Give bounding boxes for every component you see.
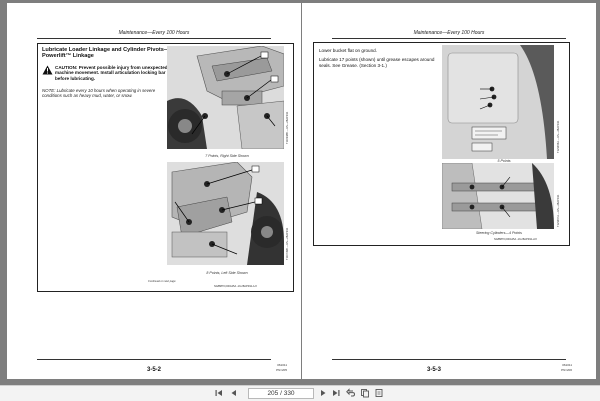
section-title: Lubricate Loader Linkage and Cylinder Pi…: [42, 47, 170, 60]
back-icon[interactable]: [346, 388, 356, 398]
frame-pivot-figure: [442, 45, 554, 159]
figure-1-id: T123456A —UN—28APR11: [557, 120, 560, 153]
caution-block: CAUTION: Prevent possible injury from un…: [42, 65, 170, 81]
edition-code: 061011: [562, 363, 572, 367]
edition-code: 061011: [277, 363, 287, 367]
viewer-toolbar: 205 / 330: [0, 385, 600, 401]
figure-2-id: T110749B —UN—28APR11: [286, 227, 289, 260]
copy-icon[interactable]: [360, 388, 370, 398]
figure-2-id: T123457A —UN—28APR11: [557, 194, 560, 227]
pn-code: PN=206: [561, 368, 572, 372]
lubrication-section: Lower bucket flat on ground. Lubricate 1…: [313, 42, 570, 246]
figure-1-id: T110948B —UN—28APR11: [286, 111, 289, 144]
pages-icon[interactable]: [374, 388, 384, 398]
continued-note: Continued on next page: [148, 280, 176, 283]
page-number-field[interactable]: 205 / 330: [248, 388, 314, 399]
caution-triangle-icon: [42, 65, 53, 75]
left-page: Maintenance—Every 100 Hours Lubricate Lo…: [7, 3, 301, 379]
figure-2-caption: 8 Points, Left Side Shown: [206, 271, 248, 275]
instruction-2: Lubricate 17 points (shown) until grease…: [319, 57, 435, 68]
note-text: NOTE: Lubricate every 10 hours when oper…: [42, 88, 156, 99]
running-head: Maintenance—Every 100 Hours: [413, 30, 485, 36]
page-number: 3-5-3: [427, 367, 442, 373]
footer-code: NA88870,000A25A -19-28APR11-2/2: [494, 238, 537, 241]
header-rule: [37, 38, 271, 39]
instruction-1: Lower bucket flat on ground.: [319, 48, 377, 53]
footer-rule: [37, 359, 271, 360]
running-head: Maintenance—Every 100 Hours: [118, 30, 190, 36]
figure-2-caption: Steering Cylinders—4 Points: [476, 231, 522, 235]
footer-code: NA88870,000A25A -19-28APR11-1/2: [214, 285, 257, 288]
loader-left-side-figure: [167, 162, 284, 265]
right-page: Maintenance—Every 100 Hours Lower bucket…: [302, 3, 596, 379]
steering-cylinder-figure: [442, 163, 554, 229]
caution-text: CAUTION: Prevent possible injury from un…: [55, 65, 168, 81]
loader-right-side-figure: [167, 46, 284, 149]
last-page-icon[interactable]: [331, 388, 341, 398]
previous-page-icon[interactable]: [229, 388, 239, 398]
figure-1-caption: 7 Points, Right Side Shown: [205, 154, 249, 158]
page-number: 3-5-2: [147, 367, 162, 373]
footer-rule: [332, 359, 566, 360]
pn-code: PN=205: [276, 368, 287, 372]
next-page-icon[interactable]: [318, 388, 328, 398]
header-rule: [332, 38, 566, 39]
lubrication-section: Lubricate Loader Linkage and Cylinder Pi…: [37, 43, 294, 292]
first-page-icon[interactable]: [214, 388, 224, 398]
